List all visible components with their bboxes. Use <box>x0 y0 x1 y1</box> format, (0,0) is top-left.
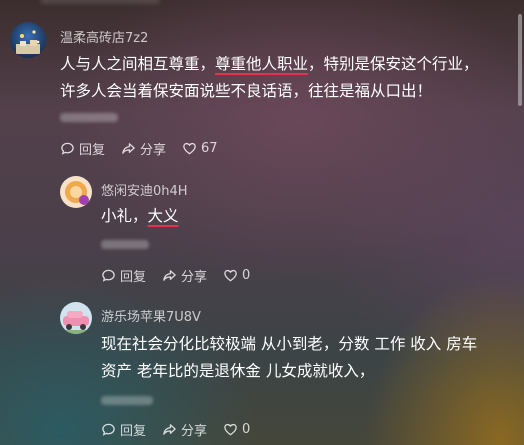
share-label: 分享 <box>140 143 167 158</box>
highlighted-keyword[interactable]: 大义 <box>148 207 179 225</box>
reply-button[interactable]: 回复 <box>101 266 146 285</box>
comment-meta-blurred <box>101 240 149 249</box>
comment-meta-blurred <box>101 396 153 405</box>
avatar[interactable] <box>10 22 46 58</box>
comment-text: 现在社会分化比较极端 从小到老，分数 工作 收入 房车 <box>101 331 477 358</box>
comment-text: 资产 老年比的是退休金 儿女成就收入， <box>101 358 374 385</box>
cropped-previous-content <box>40 0 160 4</box>
avatar[interactable] <box>60 302 92 334</box>
comment-username[interactable]: 游乐场苹果7U8V <box>101 306 201 325</box>
highlighted-keyword[interactable]: 尊重他人职业 <box>215 55 308 73</box>
share-button[interactable]: 分享 <box>162 266 207 285</box>
comment-text-segment: 现在社会分化比较极端 从小到老，分数 工作 收入 房车 <box>101 335 478 353</box>
like-button[interactable]: 67 <box>182 141 218 156</box>
comment-text: 小礼，大义 <box>101 203 179 230</box>
comment-actions: 回复 分享 0 <box>101 266 266 285</box>
reply-icon <box>102 423 115 436</box>
like-button[interactable]: 0 <box>223 268 250 283</box>
comment-actions: 回复 分享 67 <box>60 139 234 158</box>
comment-text: 许多人会当着保安面说些不良话语，往往是福从口出！ <box>60 78 432 105</box>
comment-text-segment: 人与人之间相互尊重， <box>60 55 216 73</box>
share-label: 分享 <box>181 424 208 439</box>
avatar[interactable] <box>60 176 92 208</box>
comment-text-segment: ，特别是保安这个行业， <box>308 55 479 73</box>
comment-text: 人与人之间相互尊重，尊重他人职业，特别是保安这个行业， <box>60 51 479 78</box>
reply-button[interactable]: 回复 <box>101 420 146 439</box>
share-icon <box>163 270 176 281</box>
heart-icon <box>183 142 196 155</box>
top-strip <box>0 0 524 12</box>
like-count: 0 <box>242 422 251 437</box>
share-button[interactable]: 分享 <box>121 139 166 158</box>
share-label: 分享 <box>181 270 208 285</box>
like-button[interactable]: 0 <box>223 422 250 437</box>
like-count: 67 <box>201 141 218 156</box>
scrollbar[interactable] <box>518 14 522 106</box>
share-button[interactable]: 分享 <box>162 420 207 439</box>
heart-icon <box>224 423 237 436</box>
comment-text-segment: 资产 老年比的是退休金 儿女成就收入， <box>101 362 375 380</box>
comment-meta-blurred <box>60 113 118 122</box>
like-count: 0 <box>242 268 251 283</box>
reply-label: 回复 <box>79 143 106 158</box>
share-icon <box>163 424 176 435</box>
reply-label: 回复 <box>120 270 147 285</box>
reply-icon <box>61 142 74 155</box>
reply-label: 回复 <box>120 424 147 439</box>
share-icon <box>122 143 135 154</box>
heart-icon <box>224 269 237 282</box>
comment-actions: 回复 分享 0 <box>101 420 266 439</box>
reply-icon <box>102 269 115 282</box>
comment-text-segment: 小礼， <box>101 207 148 225</box>
comment-username[interactable]: 温柔高砖店7z2 <box>60 27 148 46</box>
comment-username[interactable]: 悠闲安迪0h4H <box>101 180 188 199</box>
reply-button[interactable]: 回复 <box>60 139 105 158</box>
comment-text-segment: 许多人会当着保安面说些不良话语，往往是福从口出！ <box>60 82 433 100</box>
